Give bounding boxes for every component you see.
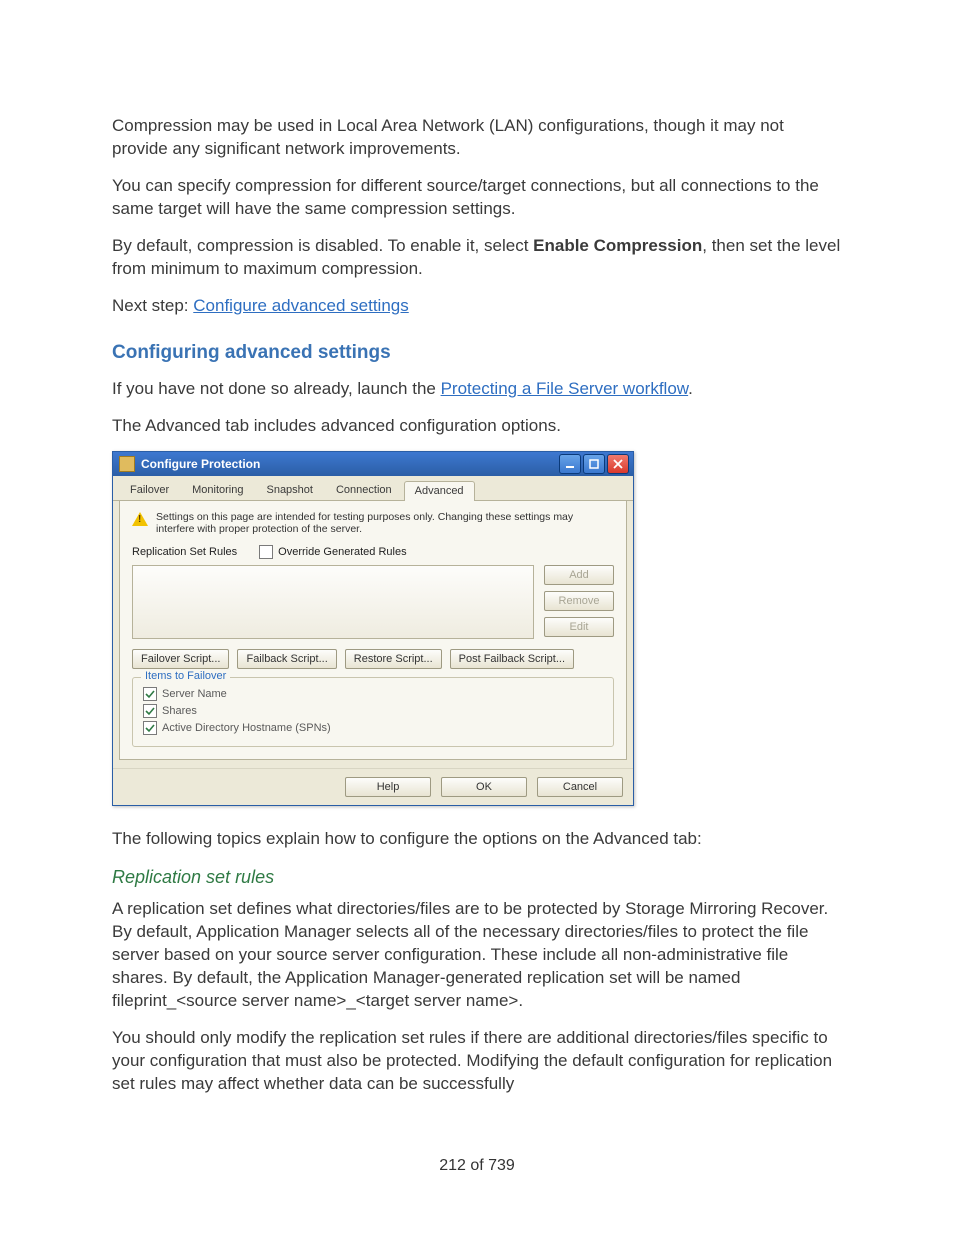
item-shares-label: Shares	[162, 705, 197, 717]
tab-connection[interactable]: Connection	[325, 480, 403, 500]
cancel-button[interactable]: Cancel	[537, 777, 623, 797]
tab-failover[interactable]: Failover	[119, 480, 180, 500]
item-server-name-checkbox[interactable]: Server Name	[143, 687, 603, 701]
help-button[interactable]: Help	[345, 777, 431, 797]
failback-script-button[interactable]: Failback Script...	[237, 649, 336, 669]
close-icon	[613, 459, 623, 469]
paragraph-enable-compression: By default, compression is disabled. To …	[112, 235, 842, 281]
dialog-titlebar[interactable]: Configure Protection	[113, 452, 633, 476]
tab-advanced[interactable]: Advanced	[404, 481, 475, 501]
paragraph-launch-workflow: If you have not done so already, launch …	[112, 378, 842, 401]
item-shares-checkbox[interactable]: Shares	[143, 704, 603, 718]
post-failback-script-button[interactable]: Post Failback Script...	[450, 649, 574, 669]
items-to-failover-title: Items to Failover	[141, 670, 230, 682]
text-fragment: .	[688, 379, 693, 398]
configure-protection-dialog: Configure Protection Failover Monitoring…	[112, 451, 634, 806]
checkbox-icon	[143, 721, 157, 735]
add-button[interactable]: Add	[544, 565, 614, 585]
close-button[interactable]	[607, 454, 629, 474]
checkbox-icon	[259, 545, 273, 559]
bold-enable-compression: Enable Compression	[533, 236, 702, 255]
remove-button[interactable]: Remove	[544, 591, 614, 611]
paragraph-advanced-tab-intro: The Advanced tab includes advanced confi…	[112, 415, 842, 438]
replication-set-rules-label: Replication Set Rules	[132, 546, 237, 558]
override-rules-checkbox[interactable]: Override Generated Rules	[259, 545, 406, 559]
text-fragment: Next step:	[112, 296, 193, 315]
paragraph-replication-set-definition: A replication set defines what directori…	[112, 898, 842, 1013]
dialog-tabstrip: Failover Monitoring Snapshot Connection …	[113, 476, 633, 501]
tab-snapshot[interactable]: Snapshot	[255, 480, 323, 500]
link-configure-advanced-settings[interactable]: Configure advanced settings	[193, 296, 408, 315]
paragraph-modify-rules-warning: You should only modify the replication s…	[112, 1027, 842, 1096]
override-rules-label: Override Generated Rules	[278, 546, 406, 558]
page-number: 212 of 739	[0, 1157, 954, 1175]
checkbox-icon	[143, 687, 157, 701]
paragraph-compression-lan: Compression may be used in Local Area Ne…	[112, 115, 842, 161]
minimize-button[interactable]	[559, 454, 581, 474]
tab-monitoring[interactable]: Monitoring	[181, 480, 254, 500]
paragraph-next-step: Next step: Configure advanced settings	[112, 295, 842, 318]
app-icon	[119, 456, 135, 472]
dialog-title: Configure Protection	[141, 457, 559, 471]
heading-configuring-advanced-settings: Configuring advanced settings	[112, 342, 842, 364]
checkbox-icon	[143, 704, 157, 718]
item-server-name-label: Server Name	[162, 688, 227, 700]
item-ad-hostname-label: Active Directory Hostname (SPNs)	[162, 722, 331, 734]
heading-replication-set-rules: Replication set rules	[112, 867, 842, 888]
text-fragment: By default, compression is disabled. To …	[112, 236, 533, 255]
restore-script-button[interactable]: Restore Script...	[345, 649, 442, 669]
items-to-failover-group: Items to Failover Server Name Shares	[132, 677, 614, 747]
minimize-icon	[565, 459, 575, 469]
paragraph-compression-connections: You can specify compression for differen…	[112, 175, 842, 221]
text-fragment: If you have not done so already, launch …	[112, 379, 441, 398]
advanced-tab-body: Settings on this page are intended for t…	[119, 501, 627, 760]
item-ad-hostname-checkbox[interactable]: Active Directory Hostname (SPNs)	[143, 721, 603, 735]
maximize-icon	[589, 459, 599, 469]
edit-button[interactable]: Edit	[544, 617, 614, 637]
rules-listbox[interactable]	[132, 565, 534, 639]
warning-icon	[132, 512, 148, 526]
ok-button[interactable]: OK	[441, 777, 527, 797]
maximize-button[interactable]	[583, 454, 605, 474]
paragraph-topics-intro: The following topics explain how to conf…	[112, 828, 842, 851]
failover-script-button[interactable]: Failover Script...	[132, 649, 229, 669]
link-protecting-file-server-workflow[interactable]: Protecting a File Server workflow	[441, 379, 689, 398]
dialog-bottom-bar: Help OK Cancel	[113, 768, 633, 805]
warning-text: Settings on this page are intended for t…	[156, 511, 614, 535]
